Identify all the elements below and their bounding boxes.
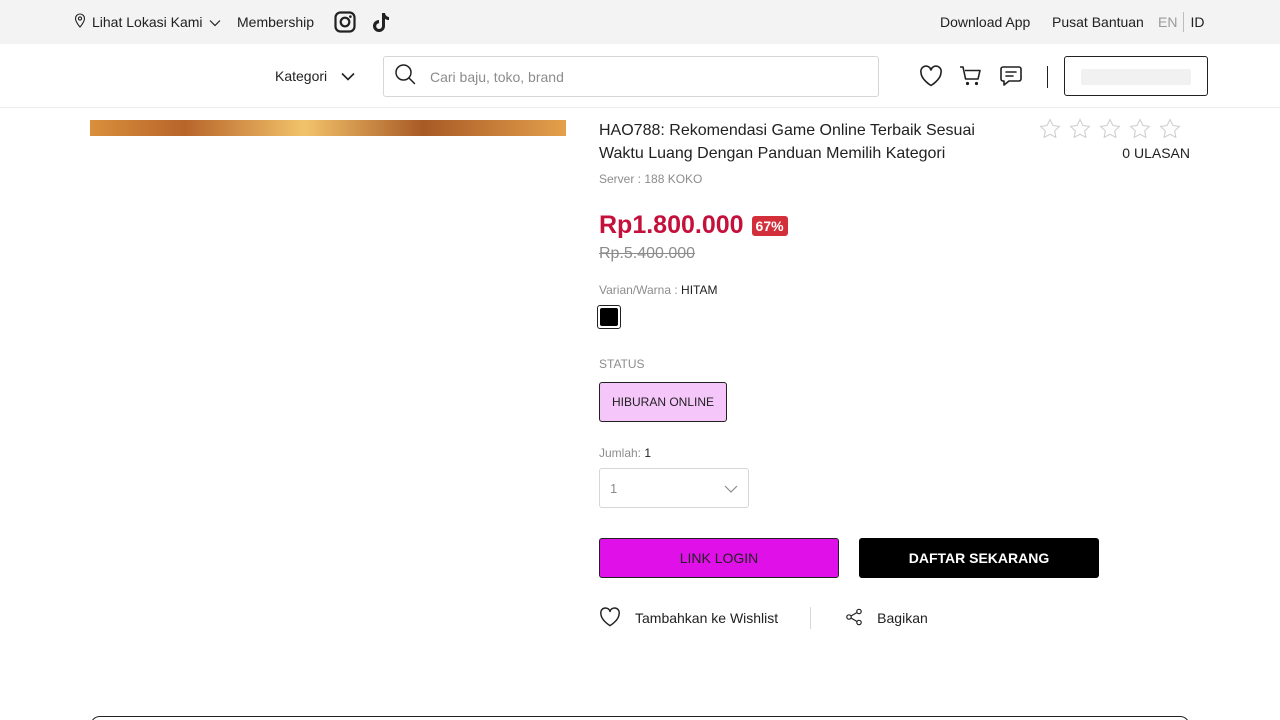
variant-value: HITAM [681, 283, 718, 297]
chevron-down-icon [724, 481, 738, 496]
star-icon [1129, 118, 1151, 144]
link-login-button[interactable]: LINK LOGIN [599, 538, 839, 578]
header-divider [1047, 66, 1048, 88]
account-button[interactable] [1064, 56, 1208, 96]
search-input[interactable] [430, 68, 850, 85]
lang-divider [1183, 12, 1185, 32]
chevron-down-icon [209, 14, 221, 30]
share-button[interactable]: Bagikan [845, 608, 928, 629]
search-bar [383, 56, 879, 97]
star-icon [1159, 118, 1181, 144]
tab-section-container [90, 716, 1190, 720]
quantity-value: 1 [644, 446, 652, 460]
price-row: Rp1.800.000 67% [599, 211, 788, 240]
help-center-link[interactable]: Pusat Bantuan [1052, 0, 1144, 44]
language-switcher: EN ID [1158, 0, 1204, 44]
chevron-down-icon [341, 68, 355, 84]
star-icon [1069, 118, 1091, 144]
download-app-link[interactable]: Download App [940, 0, 1030, 44]
location-pin-icon [74, 13, 86, 31]
search-icon[interactable] [394, 63, 416, 90]
quantity-label: Jumlah: 1 [599, 446, 651, 460]
product-title: HAO788: Rekomendasi Game Online Terbaik … [599, 122, 975, 162]
instagram-icon[interactable] [334, 0, 356, 44]
review-count[interactable]: 0 ULASAN [1122, 145, 1190, 161]
current-price: Rp1.800.000 [599, 211, 744, 239]
quantity-select[interactable]: 1 [599, 468, 749, 508]
variant-label-text: Varian/Warna : [599, 283, 682, 297]
heart-icon [599, 606, 621, 630]
register-button[interactable]: DAFTAR SEKARANG [859, 538, 1099, 578]
status-label: STATUS [599, 357, 645, 371]
star-icon [1039, 118, 1061, 144]
quantity-label-text: Jumlah: [599, 446, 645, 460]
original-price: Rp.5.400.000 [599, 245, 696, 262]
share-label: Bagikan [877, 610, 928, 626]
top-bar: Lihat Lokasi Kami Membership Download Ap… [0, 0, 1280, 44]
swatch-fill [600, 308, 618, 326]
product-actions: Tambahkan ke Wishlist Bagikan [599, 606, 928, 630]
server-info: Server : 188 KOKO [599, 172, 703, 186]
quantity-selected: 1 [610, 480, 618, 496]
lang-id-option[interactable]: ID [1190, 14, 1204, 30]
share-icon [845, 608, 863, 629]
kategori-dropdown[interactable]: Kategori [275, 44, 355, 108]
location-link[interactable]: Lihat Lokasi Kami [74, 0, 221, 44]
membership-link[interactable]: Membership [237, 0, 314, 44]
status-option[interactable]: HIBURAN ONLINE [599, 382, 727, 422]
tiktok-icon[interactable] [372, 0, 390, 44]
account-placeholder [1081, 69, 1191, 85]
add-to-wishlist-button[interactable]: Tambahkan ke Wishlist [599, 606, 779, 630]
location-label: Lihat Lokasi Kami [92, 14, 203, 30]
discount-badge: 67% [751, 215, 788, 236]
color-swatch-black[interactable] [597, 305, 621, 329]
lang-en-option[interactable]: EN [1158, 14, 1177, 30]
rating-stars [1039, 118, 1181, 144]
chat-icon[interactable] [999, 64, 1023, 88]
actions-divider [810, 607, 812, 629]
kategori-label: Kategori [275, 68, 328, 84]
variant-label: Varian/Warna : HITAM [599, 283, 717, 297]
wishlist-label: Tambahkan ke Wishlist [635, 610, 779, 626]
main-header: Kategori [0, 44, 1280, 108]
cart-icon[interactable] [959, 64, 983, 88]
star-icon [1099, 118, 1121, 144]
product-image [90, 120, 566, 136]
wishlist-heart-icon[interactable] [919, 64, 943, 88]
